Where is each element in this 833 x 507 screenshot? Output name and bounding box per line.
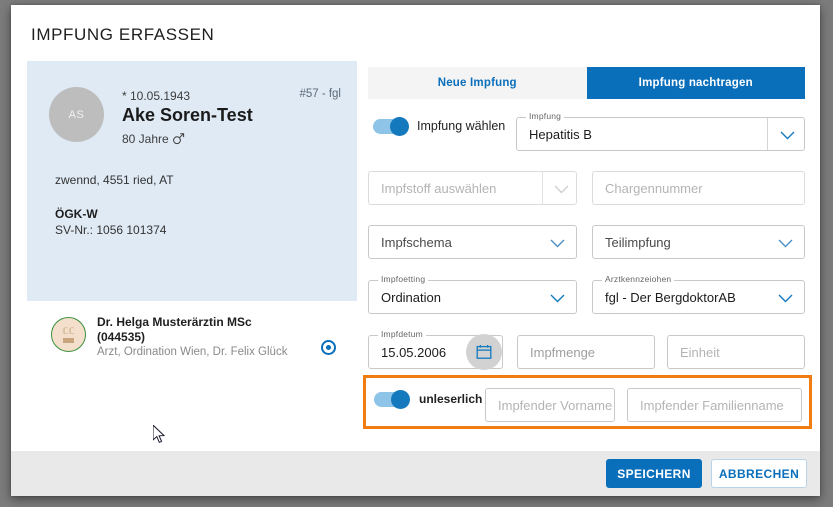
patient-id: #57 - fgl [299, 88, 341, 100]
chevron-down-icon[interactable] [778, 294, 791, 302]
einheit-input[interactable]: Einheit [667, 335, 805, 369]
chevron-down-icon[interactable] [554, 185, 567, 193]
doctor-avatar: ℂℂ [51, 317, 86, 352]
unleserlich-label: unleserlich [419, 392, 482, 406]
impfender-familienname-placeholder: Impfender Familienname [640, 398, 784, 413]
teilimpfung-placeholder: Teilimpfung [605, 235, 671, 250]
dialog-footer: SPEICHERN ABBRECHEN [11, 451, 820, 496]
impfender-vorname-placeholder: Impfender Vorname [498, 398, 612, 413]
unleserlich-toggle[interactable] [374, 392, 408, 407]
arztkennzeichen-legend: Arztkennzeiohen [602, 274, 674, 284]
impfstoff-placeholder: Impfstoff auswählen [381, 181, 496, 196]
toggle-knob [390, 117, 409, 136]
doctor-name: Dr. Helga Musterärztin MSc [97, 315, 252, 329]
patient-name: Ake Soren-Test [122, 105, 253, 126]
impfmenge-input[interactable]: Impfmenge [517, 335, 655, 369]
doctor-avatar-glyph: ℂℂ [52, 318, 85, 351]
patient-age: 80 Jahre [122, 132, 185, 148]
chevron-down-icon[interactable] [780, 131, 793, 139]
impfung-dialog: IMPFUNG ERFASSEN AS * 10.05.1943 Ake Sor… [11, 5, 820, 496]
impfstoff-select[interactable]: Impfstoff auswählen [368, 171, 577, 205]
impfsetting-value: Ordination [381, 290, 441, 305]
impfschema-placeholder: Impfschema [381, 235, 452, 250]
einheit-placeholder: Einheit [680, 345, 720, 360]
patient-birthdate: * 10.05.1943 [122, 89, 190, 103]
patient-sv-number: SV-Nr.: 1056 101374 [55, 223, 166, 237]
male-symbol-icon [172, 132, 185, 148]
toggle-knob [391, 390, 410, 409]
doctor-role: Arzt, Ordination Wien, Dr. Felix Glück [97, 346, 287, 358]
cancel-button[interactable]: ABBRECHEN [711, 459, 807, 488]
doctor-number: (044535) [97, 330, 145, 344]
impfung-waehlen-toggle[interactable] [373, 119, 407, 134]
page-title: IMPFUNG ERFASSEN [31, 25, 214, 45]
impfmenge-placeholder: Impfmenge [530, 345, 595, 360]
patient-insurance: ÖGK-W [55, 207, 98, 221]
impfung-value: Hepatitis B [529, 127, 592, 142]
chargennummer-input[interactable]: Chargennummer [592, 171, 805, 205]
tab-neue-impfung[interactable]: Neue Impfung [368, 67, 587, 99]
patient-card: AS * 10.05.1943 Ake Soren-Test 80 Jahre … [27, 61, 357, 301]
impfsetting-legend: Impfoetting [378, 274, 428, 284]
chargennummer-placeholder: Chargennummer [605, 181, 703, 196]
impfung-waehlen-label: Impfung wählen [417, 119, 505, 133]
calendar-icon[interactable] [476, 344, 492, 360]
tab-impfung-nachtragen[interactable]: Impfung nachtragen [587, 67, 806, 99]
impfdatum-value: 15.05.2006 [381, 345, 446, 360]
impfsetting-select[interactable]: Impfoetting Ordination [368, 280, 577, 314]
impfung-select[interactable]: Impfung Hepatitis B [516, 117, 805, 151]
avatar: AS [49, 87, 104, 142]
impfender-familienname-input[interactable]: Impfender Familienname [627, 388, 802, 422]
doctor-select-radio[interactable] [321, 340, 336, 355]
chevron-down-icon[interactable] [550, 294, 563, 302]
save-button[interactable]: SPEICHERN [606, 459, 702, 488]
chevron-down-icon[interactable] [778, 239, 791, 247]
tab-bar: Neue Impfung Impfung nachtragen [368, 67, 805, 99]
impfender-vorname-input[interactable]: Impfender Vorname [485, 388, 615, 422]
arztkennzeichen-value: fgl - Der BergdoktorAB [605, 290, 736, 305]
chevron-down-icon[interactable] [550, 239, 563, 247]
impfung-legend: Impfung [526, 111, 564, 121]
doctor-row[interactable]: ℂℂ Dr. Helga Musterärztin MSc (044535) A… [27, 311, 357, 371]
teilimpfung-select[interactable]: Teilimpfung [592, 225, 805, 259]
patient-address: zwennd, 4551 ried, AT [55, 173, 174, 187]
impfschema-select[interactable]: Impfschema [368, 225, 577, 259]
mouse-cursor [153, 425, 167, 445]
impfdatum-legend: Impfdetum [378, 329, 426, 339]
avatar-initials: AS [69, 109, 85, 121]
patient-age-label: 80 Jahre [122, 132, 169, 146]
arztkennzeichen-select[interactable]: Arztkennzeiohen fgl - Der BergdoktorAB [592, 280, 805, 314]
